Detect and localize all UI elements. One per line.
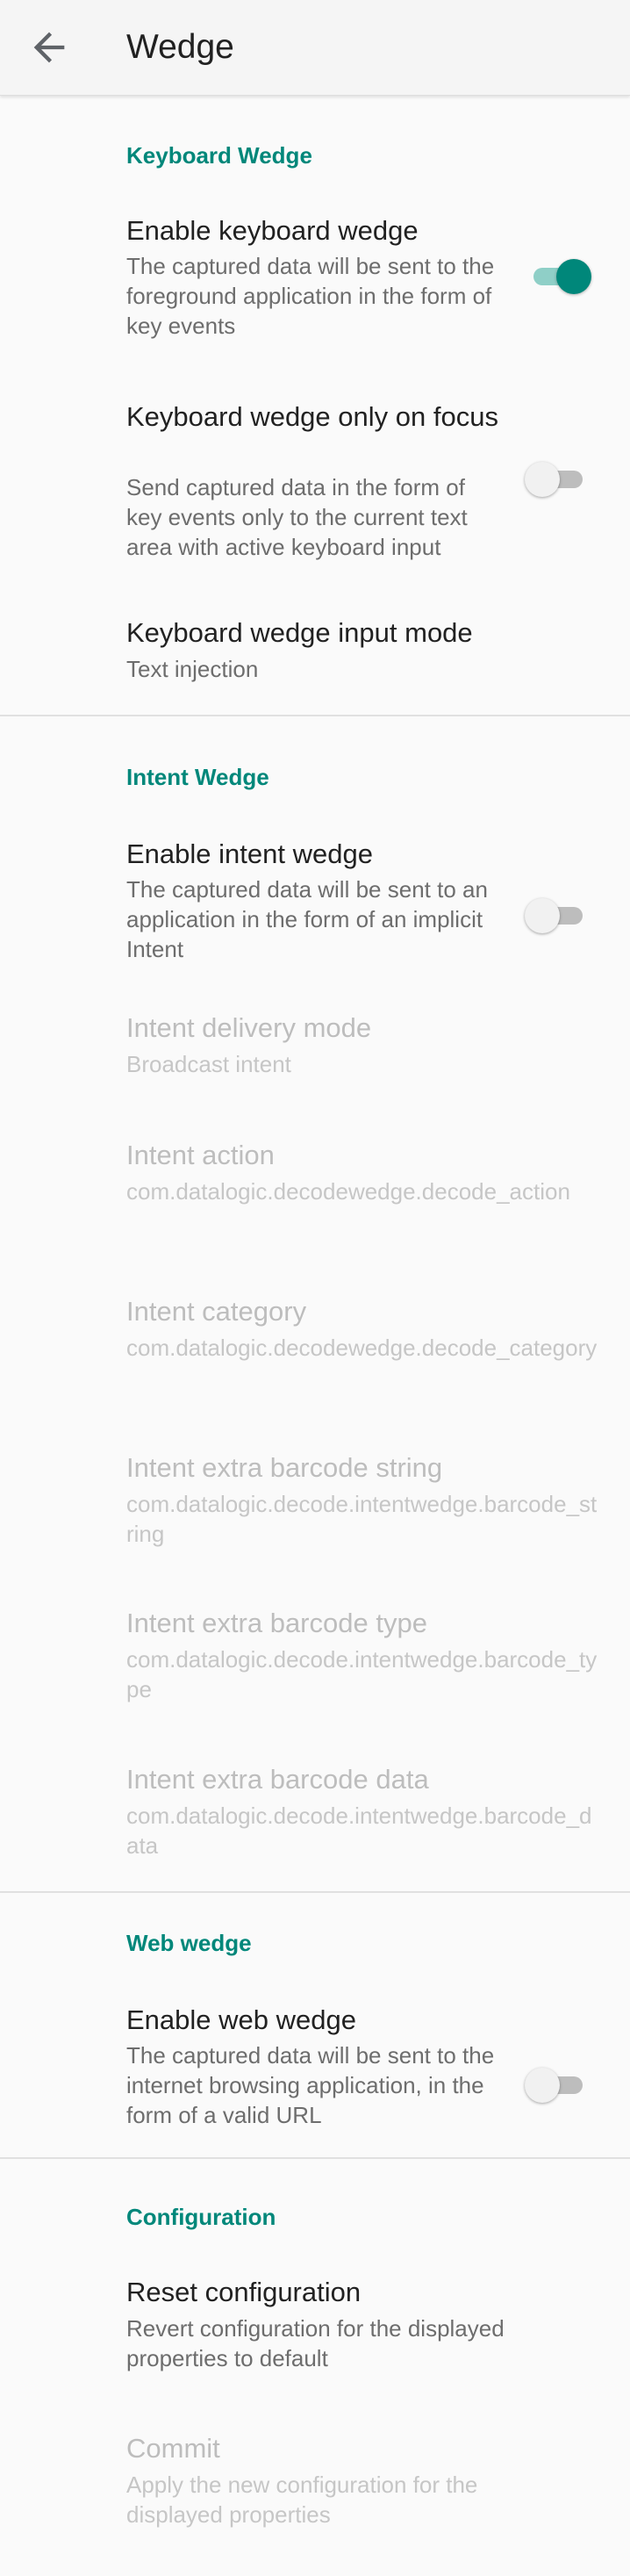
section-title-configuration: Configuration [126, 2204, 276, 2230]
keyboard-wedge-focus-toggle[interactable] [525, 457, 591, 500]
pref-summary: Text injection [126, 656, 259, 682]
pref-title: Commit [126, 2433, 220, 2464]
back-button[interactable] [26, 25, 72, 70]
web-wedge-toggle[interactable] [525, 2063, 591, 2105]
pref-intent-extra-barcode-string: Intent extra barcode string com.datalogi… [0, 1432, 630, 1564]
pref-summary: The captured data will be sent to the in… [126, 2042, 495, 2128]
pref-summary: com.datalogic.decode.intentwedge.barcode… [126, 1802, 592, 1859]
pref-enable-keyboard-wedge[interactable]: Enable keyboard wedge The captured data … [0, 193, 630, 351]
pref-summary: Apply the new configuration for the disp… [126, 2472, 478, 2528]
pref-title: Intent extra barcode type [126, 1608, 427, 1638]
section-title-web-wedge: Web wedge [126, 1930, 252, 1956]
pref-intent-category: Intent category com.datalogic.decodewedg… [0, 1276, 630, 1407]
pref-keyboard-wedge-input-mode[interactable]: Keyboard wedge input mode Text injection [0, 597, 630, 702]
divider [0, 715, 630, 716]
pref-summary: com.datalogic.decodewedge.decode_categor… [126, 1335, 598, 1361]
arrow-back-icon [33, 32, 65, 63]
pref-summary: com.datalogic.decode.intentwedge.barcode… [126, 1646, 598, 1702]
pref-title: Enable intent wedge [126, 838, 373, 869]
pref-intent-extra-barcode-type: Intent extra barcode type com.datalogic.… [0, 1587, 630, 1719]
keyboard-wedge-toggle[interactable] [525, 255, 591, 297]
pref-title: Enable web wedge [126, 2004, 356, 2035]
pref-summary: Send captured data in the form of key ev… [126, 474, 468, 560]
pref-intent-extra-barcode-data: Intent extra barcode data com.datalogic.… [0, 1744, 630, 1875]
pref-title: Intent delivery mode [126, 1012, 372, 1043]
pref-intent-delivery-mode: Intent delivery mode Broadcast intent [0, 992, 630, 1097]
pref-enable-intent-wedge[interactable]: Enable intent wedge The captured data wi… [0, 817, 630, 975]
pref-summary: com.datalogic.decode.intentwedge.barcode… [126, 1491, 598, 1547]
pref-intent-action: Intent action com.datalogic.decodewedge.… [0, 1119, 630, 1251]
pref-title: Intent extra barcode string [126, 1452, 443, 1483]
pref-title: Intent category [126, 1296, 307, 1327]
page-title: Wedge [126, 28, 234, 66]
pref-title: Intent action [126, 1140, 275, 1170]
section-title-intent-wedge: Intent Wedge [126, 764, 269, 790]
pref-summary: com.datalogic.decodewedge.decode_action [126, 1178, 570, 1205]
section-title-keyboard-wedge: Keyboard Wedge [126, 142, 312, 169]
divider [0, 2157, 630, 2159]
pref-summary: Broadcast intent [126, 1051, 291, 1077]
pref-enable-web-wedge[interactable]: Enable web wedge The captured data will … [0, 1982, 630, 2141]
divider [0, 1891, 630, 1893]
pref-reset-configuration[interactable]: Reset configuration Revert configuration… [0, 2256, 630, 2379]
pref-summary: The captured data will be sent to the fo… [126, 253, 495, 339]
pref-title: Enable keyboard wedge [126, 215, 419, 246]
pref-title: Keyboard wedge input mode [126, 617, 473, 648]
pref-title: Intent extra barcode data [126, 1764, 429, 1795]
toolbar: Wedge [0, 0, 630, 96]
pref-title: Keyboard wedge only on focus [126, 401, 498, 432]
pref-title: Reset configuration [126, 2277, 362, 2307]
pref-keyboard-wedge-only-on-focus[interactable]: Keyboard wedge only on focus Send captur… [0, 369, 630, 579]
intent-wedge-toggle[interactable] [525, 894, 591, 936]
pref-commit: Commit Apply the new configuration for t… [0, 2413, 630, 2536]
pref-summary: The captured data will be sent to an app… [126, 876, 488, 962]
pref-summary: Revert configuration for the displayed p… [126, 2315, 505, 2371]
